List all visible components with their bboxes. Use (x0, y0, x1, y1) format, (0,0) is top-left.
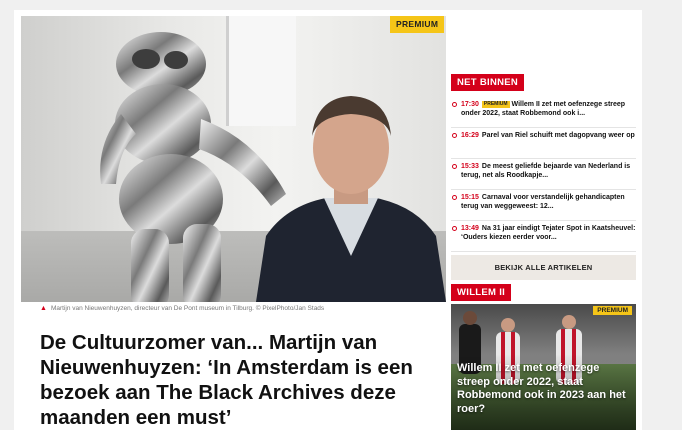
news-title: Parel van Riel schuift met dagopvang wee… (481, 132, 635, 139)
caption-triangle-icon: ▲ (40, 305, 47, 312)
news-item[interactable]: 16:29 Parel van Riel schuift met dagopvan… (451, 128, 636, 159)
club-article-title[interactable]: Willem II zet met oefenzege streep onder… (457, 362, 632, 416)
news-time: 15:15 (461, 194, 479, 201)
news-item[interactable]: 13:49 Na 31 jaar eindigt Tejater Spot in … (451, 221, 636, 252)
article-headline[interactable]: De Cultuurzomer van... Martijn van Nieuw… (40, 330, 448, 430)
news-title: Na 31 jaar eindigt Tejater Spot in Kaats… (461, 225, 636, 241)
bullet-icon (452, 195, 457, 200)
latest-news-list: 17:30 PREMIUM Willem II zet met oefenzege … (451, 97, 636, 252)
news-time: 17:30 (461, 101, 479, 108)
news-item-text-wrap: 13:49 Na 31 jaar eindigt Tejater Spot in … (461, 224, 636, 242)
news-item[interactable]: 17:30 PREMIUM Willem II zet met oefenzege … (451, 97, 636, 128)
news-time: 13:49 (461, 225, 479, 232)
premium-badge: PREMIUM (593, 306, 632, 315)
news-item-text-wrap: 17:30 PREMIUM Willem II zet met oefenzege … (461, 100, 636, 118)
image-caption: ▲ Martijn van Nieuwenhuyzen, directeur va… (40, 305, 450, 312)
news-item-text-wrap: 16:29 Parel van Riel schuift met dagopvan… (461, 131, 635, 140)
hero-image[interactable] (21, 16, 446, 302)
news-item[interactable]: 15:15 Carnaval voor verstandelijk gehandi… (451, 190, 636, 221)
news-item-text-wrap: 15:15 Carnaval voor verstandelijk gehandi… (461, 193, 636, 211)
club-article-card[interactable]: PREMIUM Willem II zet met oefenzege stre… (451, 304, 636, 430)
bullet-icon (452, 164, 457, 169)
news-item-text-wrap: 15:33 De meest geliefde bejaarde van Nede… (461, 162, 636, 180)
page: PREMIUM ▲ Martijn van Nieuwenhuyzen, dire… (0, 0, 682, 430)
portrait-person (256, 96, 446, 302)
news-time: 16:29 (461, 132, 479, 139)
news-item[interactable]: 15:33 De meest geliefde bejaarde van Nede… (451, 159, 636, 190)
news-title: Carnaval voor verstandelijk gehandicapte… (461, 194, 625, 210)
news-title: De meest geliefde bejaarde van Nederland… (461, 163, 631, 179)
bullet-icon (452, 226, 457, 231)
club-section: WILLEM II PREMIUM Willem II zet met oefe… (451, 282, 636, 430)
premium-badge: PREMIUM (390, 16, 445, 33)
all-articles-button[interactable]: BEKIJK ALLE ARTIKELEN (451, 255, 636, 280)
bullet-icon (452, 102, 457, 107)
section-label-willem-ii[interactable]: WILLEM II (451, 284, 512, 301)
caption-text: Martijn van Nieuwenhuyzen, directeur van… (50, 305, 325, 312)
premium-badge-small: PREMIUM (481, 101, 510, 108)
section-label-net-binnen[interactable]: NET BINNEN (451, 74, 525, 91)
bullet-icon (452, 133, 457, 138)
news-time: 15:33 (461, 163, 479, 170)
latest-news-panel: NET BINNEN 17:30 PREMIUM Willem II zet met… (451, 72, 636, 280)
